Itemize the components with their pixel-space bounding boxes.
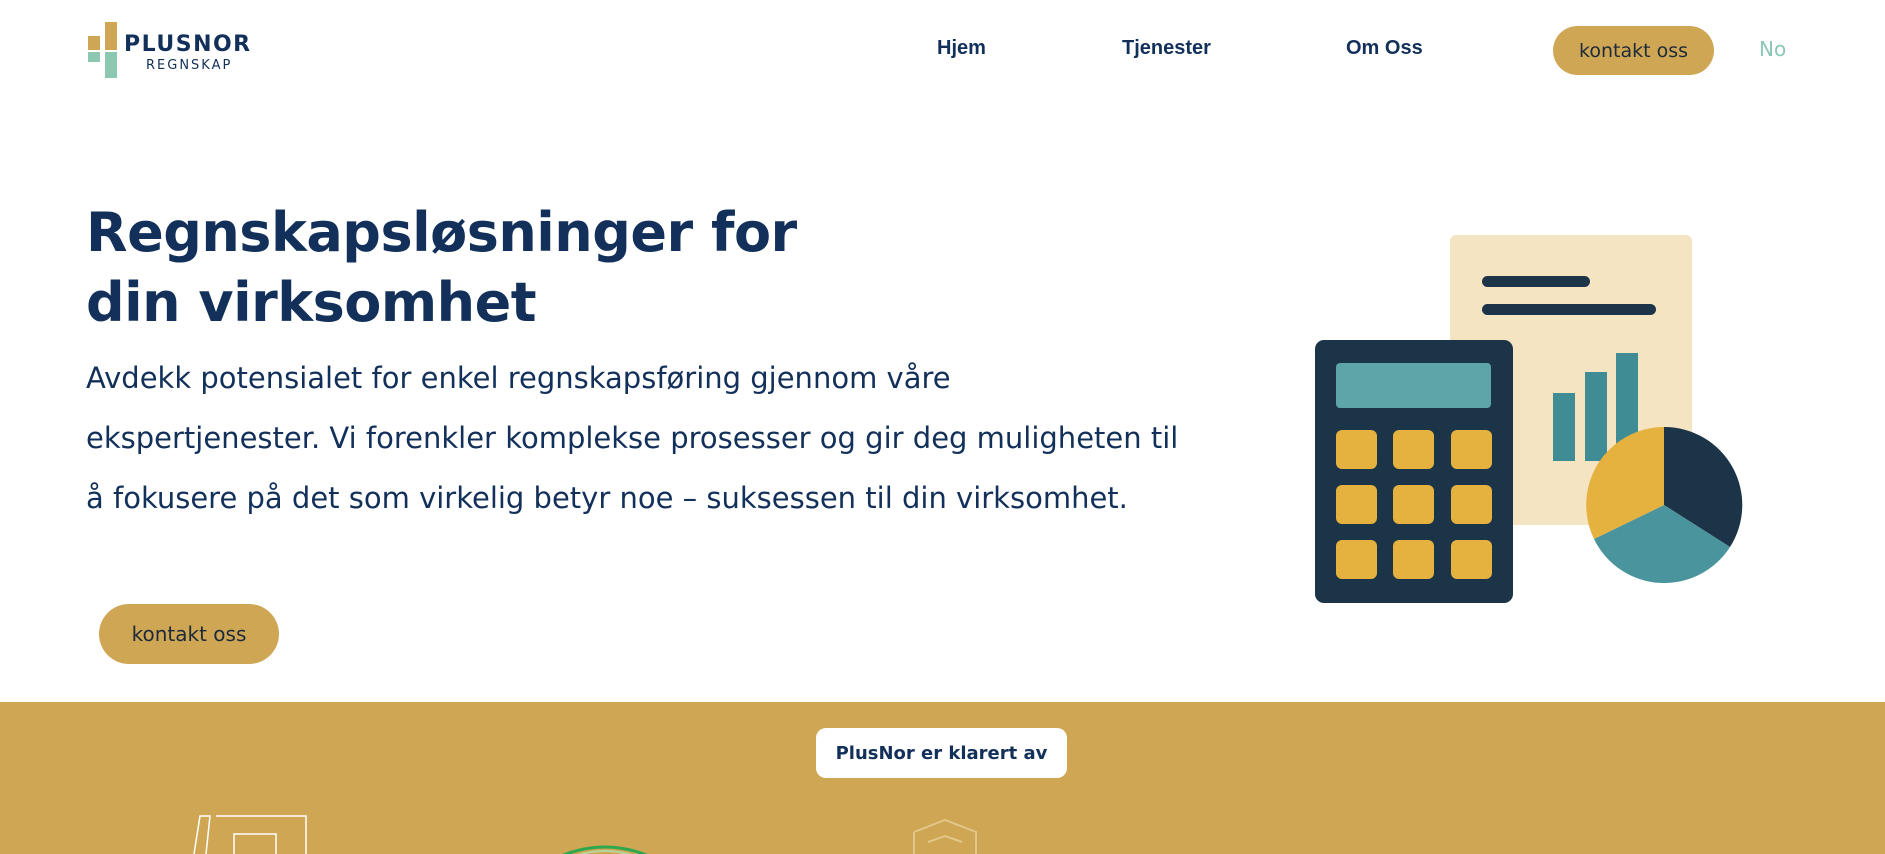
- hero-title-line-2: din virksomhet: [86, 271, 537, 334]
- language-switcher[interactable]: No: [1759, 37, 1786, 61]
- logo-subtitle: REGNSKAP: [146, 58, 233, 73]
- certifier-logo-2-icon: [561, 845, 649, 854]
- report-bar-1: [1553, 393, 1575, 461]
- calculator-display: [1336, 363, 1491, 408]
- site-header: PLUSNOR REGNSKAP Hjem Tjenester Om Oss k…: [0, 0, 1885, 100]
- report-bar-2: [1585, 372, 1607, 461]
- nav-hjem[interactable]: Hjem: [937, 37, 986, 60]
- certifier-logo-3-icon: [913, 818, 977, 854]
- pie-chart: [1586, 426, 1743, 584]
- report-line-2: [1482, 304, 1656, 315]
- hero-description-line-2: ekspertjenester. Vi forenkler komplekse …: [86, 421, 1179, 455]
- hero-description-line-1: Avdekk potensialet for enkel regnskapsfø…: [86, 361, 951, 395]
- certifier-logo-1-icon: [193, 815, 307, 854]
- certified-by-badge: PlusNor er klarert av: [816, 728, 1067, 778]
- nav-tjenester[interactable]: Tjenester: [1122, 37, 1211, 60]
- plus-logo-icon: [88, 22, 117, 78]
- report-line-1: [1482, 276, 1590, 287]
- logo-name: PLUSNOR: [124, 32, 252, 57]
- calculator-keys: [1336, 430, 1492, 579]
- hero-title: Regnskapsløsninger for din virksomhet: [86, 198, 986, 338]
- hero-description: Avdekk potensialet for enkel regnskapsfø…: [86, 348, 1236, 528]
- plusnor-logo[interactable]: PLUSNOR REGNSKAP: [88, 22, 258, 78]
- hero-contact-button[interactable]: kontakt oss: [99, 604, 279, 664]
- nav-om-oss[interactable]: Om Oss: [1346, 37, 1423, 60]
- hero-title-line-1: Regnskapsløsninger for: [86, 201, 797, 264]
- calculator-report-pie-chart-illustration: [1315, 235, 1743, 603]
- header-contact-button[interactable]: kontakt oss: [1553, 26, 1714, 75]
- hero-description-line-3: å fokusere på det som virkelig betyr noe…: [86, 481, 1128, 515]
- certification-band: PlusNor er klarert av: [0, 702, 1885, 854]
